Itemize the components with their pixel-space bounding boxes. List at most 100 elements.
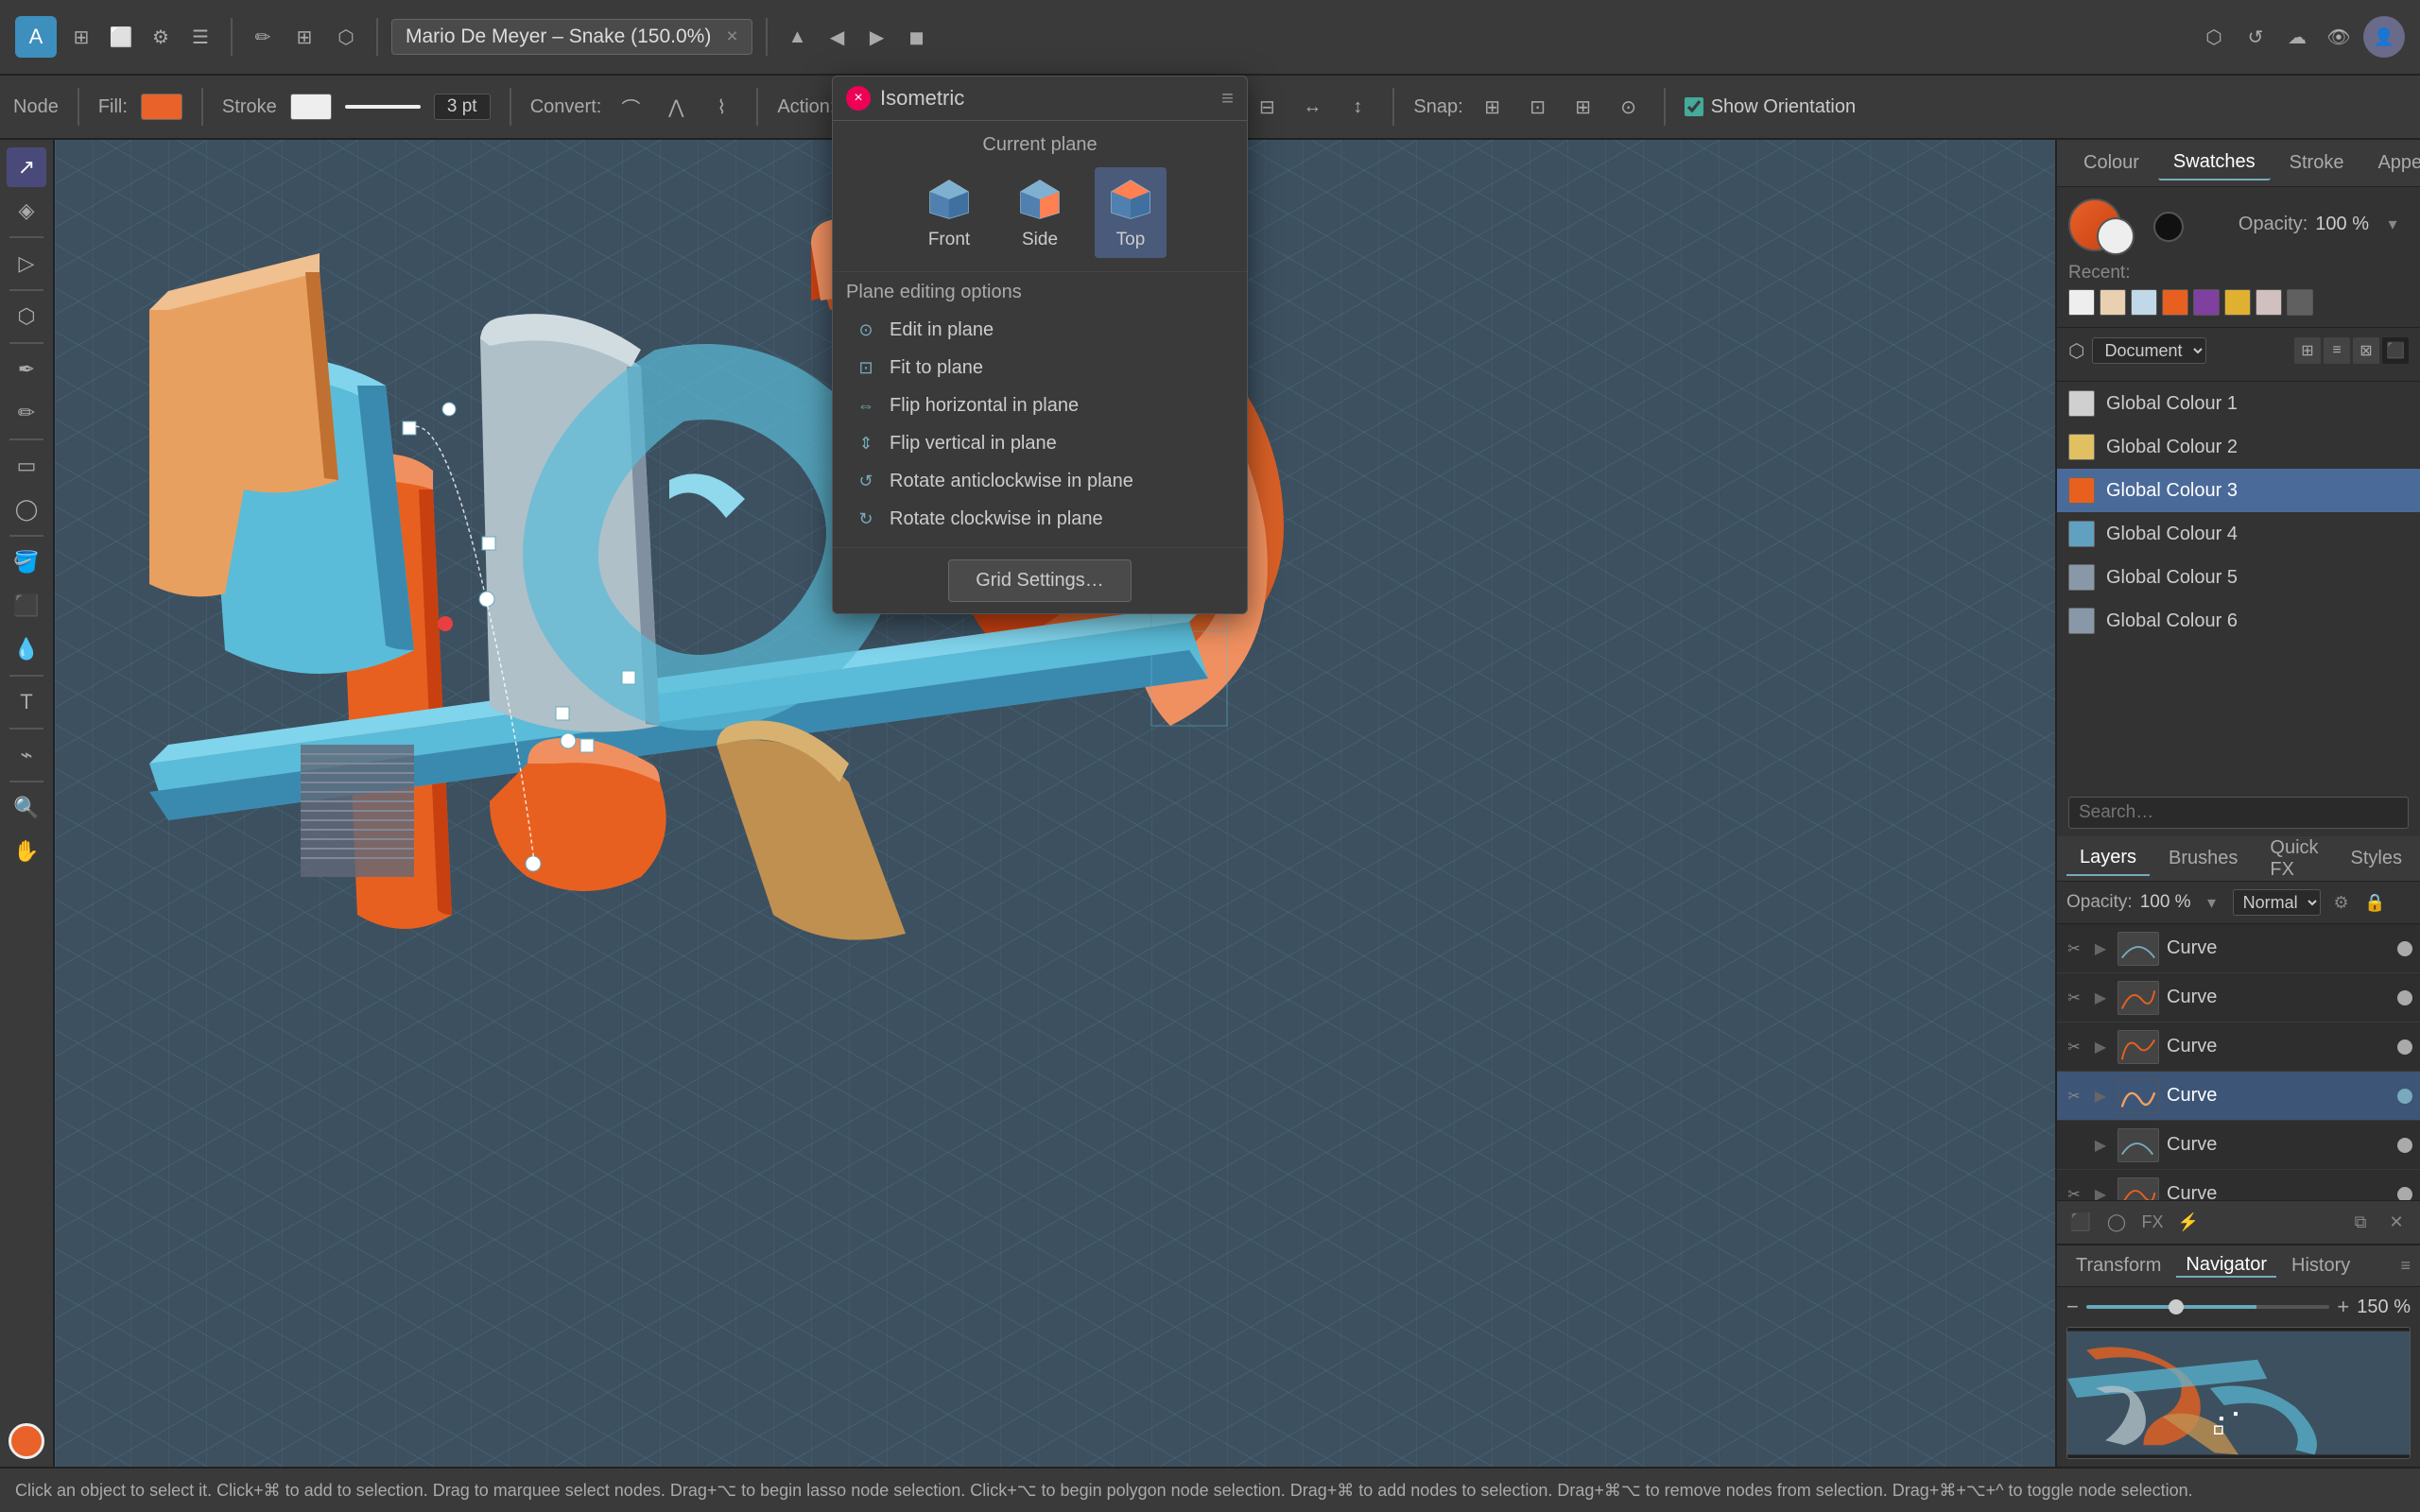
export2-icon[interactable]: ⬡ — [329, 20, 363, 54]
grid-view-icon[interactable]: ⊞ — [2294, 337, 2321, 364]
swatch-item[interactable] — [2287, 289, 2313, 316]
pen-icon[interactable]: ✏ — [246, 20, 280, 54]
right-icon[interactable]: ▶ — [860, 20, 894, 54]
gc-item-3[interactable]: Global Colour 3 — [2057, 469, 2420, 512]
add-shape-icon[interactable]: ◯ — [2100, 1207, 2133, 1239]
zoom-minus-icon[interactable]: − — [2066, 1295, 2079, 1319]
swatch-item[interactable] — [2068, 289, 2095, 316]
pointer-tool[interactable]: ↗ — [7, 147, 46, 187]
tab-colour[interactable]: Colour — [2068, 146, 2154, 180]
share-icon[interactable]: ⬡ — [2197, 20, 2231, 54]
tab-swatches[interactable]: Swatches — [2158, 146, 2271, 180]
layer-expand-4[interactable]: ✂ — [2065, 1087, 2083, 1106]
layer-visibility-6[interactable] — [2397, 1187, 2412, 1201]
swatch-item[interactable] — [2131, 289, 2157, 316]
zoom-tool[interactable]: 🔍 — [7, 788, 46, 828]
adjust-icon[interactable]: ⚡ — [2172, 1207, 2204, 1239]
blend-mode-select[interactable]: Normal — [2233, 889, 2321, 916]
swatch-item[interactable] — [2162, 289, 2188, 316]
layer-item-4[interactable]: ✂ ▶ Curve — [2057, 1072, 2420, 1121]
transform-btn2[interactable]: ⊟ — [1251, 91, 1283, 123]
layer-item-1[interactable]: ✂ ▶ Curve — [2057, 924, 2420, 973]
layer-item-2[interactable]: ✂ ▶ Curve — [2057, 973, 2420, 1022]
layer-item-6[interactable]: ✂ ▶ Curve — [2057, 1170, 2420, 1200]
layer-lock-icon[interactable]: 🔒 — [2362, 889, 2389, 916]
layer-visibility-2[interactable] — [2397, 990, 2412, 1005]
layer-chevron-3[interactable]: ▶ — [2091, 1038, 2110, 1057]
export-icon[interactable]: ☰ — [183, 20, 217, 54]
snap-btn2[interactable]: ⊡ — [1522, 91, 1554, 123]
zoom-slider[interactable] — [2086, 1305, 2330, 1309]
pen-tool[interactable]: ✒ — [7, 350, 46, 389]
layer-item-3[interactable]: ✂ ▶ Curve — [2057, 1022, 2420, 1072]
layer-visibility-1[interactable] — [2397, 941, 2412, 956]
convert-btn3[interactable]: ⌇ — [705, 91, 737, 123]
layer-expand-5[interactable] — [2065, 1136, 2083, 1155]
snap-btn1[interactable]: ⊞ — [1477, 91, 1509, 123]
colour-search-input[interactable] — [2068, 797, 2409, 829]
ellipse-tool[interactable]: ◯ — [7, 490, 46, 529]
tab-styles[interactable]: Styles — [2338, 842, 2415, 875]
tab-brushes[interactable]: Brushes — [2155, 842, 2251, 875]
fill-color[interactable] — [141, 94, 182, 120]
add-pixel-icon[interactable]: ⬛ — [2065, 1207, 2097, 1239]
stop-icon[interactable]: ◼ — [900, 20, 934, 54]
fx-icon[interactable]: FX — [2136, 1207, 2169, 1239]
snap-btn3[interactable]: ⊞ — [1567, 91, 1599, 123]
snap-btn4[interactable]: ⊙ — [1613, 91, 1645, 123]
iso-plane-side[interactable]: Side — [1004, 167, 1076, 258]
layer-settings-icon[interactable]: ⚙ — [2328, 889, 2355, 916]
convert-btn2[interactable]: ⋀ — [660, 91, 692, 123]
iso-close-button[interactable]: × — [846, 86, 871, 111]
iso-edit-in-plane[interactable]: ⊙ Edit in plane — [846, 311, 1234, 349]
layer-visibility-4[interactable] — [2397, 1089, 2412, 1104]
iso-menu-icon[interactable]: ≡ — [1221, 86, 1234, 111]
doc-icon[interactable]: ⬜ — [104, 20, 138, 54]
sync-icon[interactable]: ↺ — [2238, 20, 2273, 54]
move-tool[interactable]: ▷ — [7, 244, 46, 284]
nav-options-icon[interactable]: ≡ — [2400, 1256, 2411, 1276]
transform-btn3[interactable]: ↔ — [1296, 91, 1328, 123]
color-circle[interactable] — [9, 1423, 44, 1459]
view-icon[interactable]: 👁 — [2322, 20, 2356, 54]
large-view-icon[interactable]: ⊠ — [2353, 337, 2379, 364]
isometric-tool[interactable]: ⬡ — [7, 297, 46, 336]
tab-transform[interactable]: Transform — [2066, 1255, 2170, 1277]
duplicate-layer-icon[interactable]: ⧉ — [2344, 1207, 2377, 1239]
fill-tool[interactable]: 🪣 — [7, 542, 46, 582]
layer-chevron-4[interactable]: ▶ — [2091, 1087, 2110, 1106]
layer-visibility-5[interactable] — [2397, 1138, 2412, 1153]
black-circle[interactable] — [2153, 212, 2184, 242]
layer-expand-6[interactable]: ✂ — [2065, 1185, 2083, 1201]
zoom-plus-icon[interactable]: + — [2337, 1295, 2349, 1319]
iso-plane-top[interactable]: Top — [1095, 167, 1167, 258]
show-orientation-toggle[interactable]: Show Orientation — [1685, 96, 1856, 118]
delete-layer-icon[interactable]: ✕ — [2380, 1207, 2412, 1239]
tab-navigator[interactable]: Navigator — [2176, 1254, 2276, 1278]
grid-icon[interactable]: ⊞ — [64, 20, 98, 54]
stroke-pt[interactable]: 3 pt — [434, 94, 491, 120]
swatch-item[interactable] — [2224, 289, 2251, 316]
select-icon[interactable]: ⊞ — [287, 20, 321, 54]
stroke-color[interactable] — [290, 94, 332, 120]
eyedrop-tool[interactable]: 💧 — [7, 629, 46, 669]
knife-tool[interactable]: ⌁ — [7, 735, 46, 775]
transform-btn4[interactable]: ↕ — [1341, 91, 1374, 123]
tab-layers[interactable]: Layers — [2066, 841, 2150, 876]
swatch-item[interactable] — [2100, 289, 2126, 316]
title-close-icon[interactable]: × — [726, 26, 737, 48]
gc-item-2[interactable]: Global Colour 2 — [2057, 425, 2420, 469]
left-icon[interactable]: ◀ — [821, 20, 855, 54]
layer-item-5[interactable]: ▶ Curve — [2057, 1121, 2420, 1170]
gradient-tool[interactable]: ⬛ — [7, 586, 46, 626]
gc-item-5[interactable]: Global Colour 5 — [2057, 556, 2420, 599]
iso-fit-to-plane[interactable]: ⊡ Fit to plane — [846, 349, 1234, 387]
layer-expand-3[interactable]: ✂ — [2065, 1038, 2083, 1057]
tab-quickfx[interactable]: Quick FX — [2256, 832, 2331, 886]
secondary-colour-stroke[interactable] — [2097, 217, 2135, 255]
layer-chevron-6[interactable]: ▶ — [2091, 1185, 2110, 1201]
layer-visibility-3[interactable] — [2397, 1040, 2412, 1055]
iso-plane-front[interactable]: Front — [913, 167, 985, 258]
publish-icon[interactable]: ☁ — [2280, 20, 2314, 54]
pencil-tool[interactable]: ✏ — [7, 393, 46, 433]
